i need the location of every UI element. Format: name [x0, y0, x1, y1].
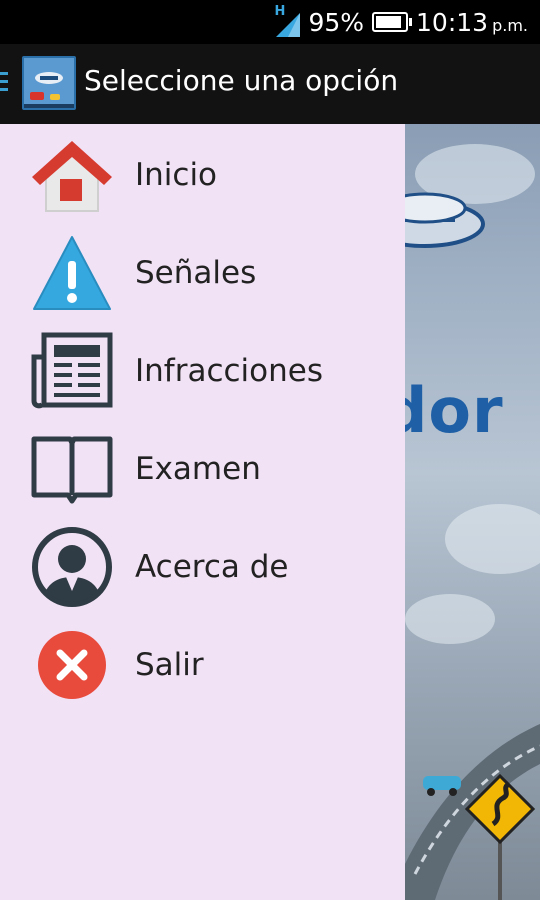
- menu-item-label: Infracciones: [135, 353, 323, 389]
- book-icon: [30, 431, 114, 507]
- signal-icon: H: [274, 4, 301, 37]
- navigation-drawer: Inicio Señales Infracciones Examen Acerc…: [0, 124, 405, 900]
- action-bar-title: Seleccione una opción: [84, 64, 399, 97]
- clock-ampm: p.m.: [492, 15, 528, 35]
- menu-item-senales[interactable]: Señales: [0, 224, 405, 322]
- bg-road-illustration: [405, 724, 540, 900]
- menu-item-salir[interactable]: Salir: [0, 616, 405, 714]
- warning-icon: [30, 235, 114, 311]
- clock-time: 10:13: [416, 7, 489, 37]
- menu-item-acerca-de[interactable]: Acerca de: [0, 518, 405, 616]
- menu-item-inicio[interactable]: Inicio: [0, 126, 405, 224]
- home-icon: [30, 137, 114, 213]
- close-icon: [30, 627, 114, 703]
- background-title-fragment: dor: [405, 374, 504, 447]
- battery-percent: 95%: [308, 7, 365, 37]
- user-icon: [30, 527, 114, 607]
- background-content: dor: [405, 124, 540, 900]
- menu-item-label: Salir: [135, 647, 204, 683]
- drawer-indicator-icon[interactable]: [0, 72, 8, 96]
- menu-item-examen[interactable]: Examen: [0, 420, 405, 518]
- action-bar: Seleccione una opción: [0, 44, 540, 124]
- menu-item-label: Inicio: [135, 157, 218, 193]
- menu-item-label: Acerca de: [135, 549, 289, 585]
- bg-hat-icon: [405, 192, 485, 248]
- menu-item-infracciones[interactable]: Infracciones: [0, 322, 405, 420]
- app-logo-icon[interactable]: [22, 56, 76, 110]
- status-indicators: H 95% 10:13 p.m.: [274, 4, 528, 40]
- status-bar: H 95% 10:13 p.m.: [0, 0, 540, 44]
- menu-item-label: Examen: [135, 451, 261, 487]
- newspaper-icon: [30, 332, 114, 409]
- menu-item-label: Señales: [135, 255, 257, 291]
- battery-icon: [372, 12, 413, 32]
